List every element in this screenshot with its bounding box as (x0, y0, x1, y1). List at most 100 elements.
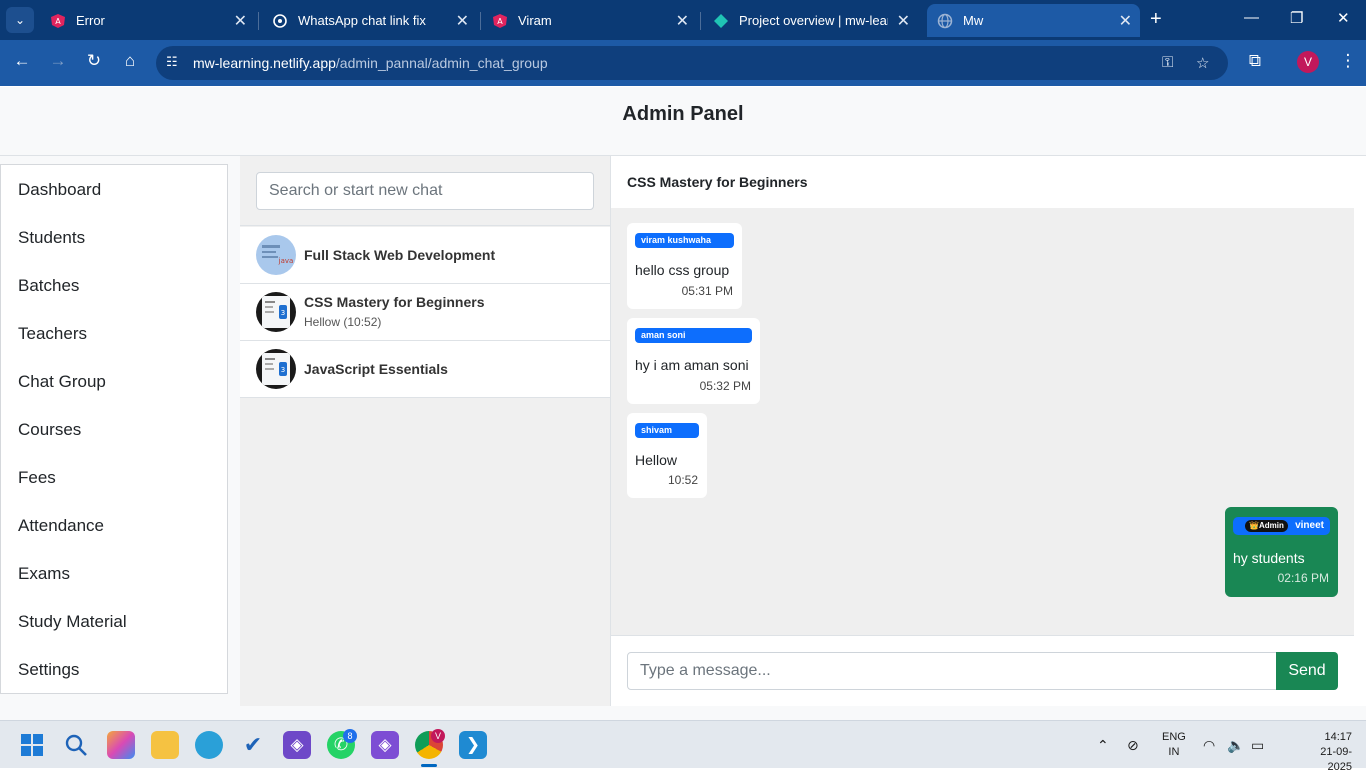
message-input[interactable] (627, 652, 1277, 690)
url-host: mw-learning.netlify.app (193, 55, 336, 71)
tab-search-menu-button[interactable]: ⌄ (6, 7, 34, 33)
sidebar-item-fees[interactable]: Fees (18, 468, 56, 488)
url-text[interactable]: mw-learning.netlify.app/admin_pannal/adm… (193, 55, 548, 71)
search-icon[interactable] (64, 733, 88, 757)
message-text: hy i am aman soni (635, 357, 749, 373)
region-code: IN (1168, 746, 1180, 758)
forward-arrow-icon[interactable]: → (46, 51, 70, 71)
restore-button[interactable]: ❐ (1290, 9, 1303, 27)
tab-title: Project overview | mw-learni (739, 13, 888, 28)
message-time: 10:52 (667, 473, 698, 487)
visual-studio-icon[interactable]: ◈ (283, 731, 311, 759)
message-time: 02:16 PM (1277, 571, 1329, 585)
sidebar-item-dashboard[interactable]: Dashboard (18, 180, 101, 200)
site-info-icon[interactable]: ☷ (166, 54, 182, 70)
admin-page: Admin Panel Dashboard Students Batches T… (0, 87, 1366, 720)
copilot-icon[interactable] (107, 731, 135, 759)
chat-group-item-selected[interactable]: 3 CSS Mastery for Beginners Hellow (10:5… (240, 284, 610, 341)
profile-avatar[interactable]: V (1297, 51, 1319, 73)
tab-mw[interactable]: Mw ✕ (927, 4, 1140, 37)
reload-icon[interactable]: ↻ (82, 51, 106, 71)
tab-viram[interactable]: A Viram ✕ (482, 4, 697, 37)
sidebar-item-settings[interactable]: Settings (18, 660, 79, 680)
edge-icon[interactable] (195, 731, 223, 759)
tab-title: WhatsApp chat link fix (298, 13, 426, 28)
more-menu-icon[interactable]: ⋮ (1336, 51, 1360, 71)
new-tab-button[interactable]: + (1150, 8, 1162, 31)
sidebar-item-batches[interactable]: Batches (18, 276, 79, 296)
visual-studio-2-icon[interactable]: ◈ (371, 731, 399, 759)
extensions-icon[interactable]: ⧉ (1243, 51, 1267, 71)
sender-name: viram kushwaha (635, 233, 734, 248)
message-time: 05:31 PM (681, 284, 733, 298)
volume-icon[interactable]: 🔈 (1227, 737, 1244, 754)
tab-error[interactable]: A Error ✕ (40, 4, 255, 37)
tab-project-overview[interactable]: Project overview | mw-learni ✕ (703, 4, 918, 37)
search-input[interactable] (256, 172, 594, 210)
wifi-icon[interactable]: ◠ (1203, 737, 1215, 754)
close-icon[interactable]: ✕ (676, 11, 689, 31)
sidebar-item-chat-group[interactable]: Chat Group (18, 372, 106, 392)
sidebar-item-attendance[interactable]: Attendance (18, 516, 104, 536)
windows-start-icon[interactable] (20, 733, 44, 757)
close-icon[interactable]: ✕ (1119, 11, 1132, 31)
send-button[interactable]: Send (1276, 652, 1338, 690)
sidebar-item-students[interactable]: Students (18, 228, 85, 248)
vscode-icon[interactable]: ❯ (459, 731, 487, 759)
tab-title: Viram (518, 13, 552, 28)
admin-sender-tag: 👑Admin vineet (1233, 517, 1330, 535)
chatgpt-icon (273, 14, 287, 28)
svg-text:java: java (278, 257, 294, 265)
svg-text:A: A (497, 17, 503, 26)
tab-whatsapp-chat-link-fix[interactable]: WhatsApp chat link fix ✕ (262, 4, 477, 37)
sidebar-item-study-material[interactable]: Study Material (18, 612, 127, 632)
message-text: Hellow (635, 452, 678, 468)
chat-group-item[interactable]: java Full Stack Web Development (240, 227, 610, 284)
close-window-button[interactable]: ✕ (1337, 9, 1350, 27)
back-arrow-icon[interactable]: ← (10, 51, 34, 71)
browser-tab-bar: ⌄ A Error ✕ WhatsApp chat link fix ✕ A V… (0, 0, 1366, 40)
sidebar-item-exams[interactable]: Exams (18, 564, 70, 584)
battery-icon[interactable]: ▭ (1251, 737, 1264, 754)
sender-name: shivam soni (635, 423, 699, 450)
last-message-preview: Hellow (10:52) (304, 315, 382, 329)
home-icon[interactable]: ⌂ (118, 51, 142, 71)
message-bubble: viram kushwaha hello css group 05:31 PM (627, 223, 742, 309)
password-key-icon[interactable]: ⚿ (1162, 54, 1173, 71)
bookmark-star-icon[interactable]: ☆ (1196, 54, 1209, 72)
group-name: JavaScript Essentials (304, 361, 448, 377)
language-code: ENG (1162, 731, 1186, 743)
chat-list-header (240, 156, 610, 226)
group-name: CSS Mastery for Beginners (304, 294, 485, 310)
admin-badge: 👑Admin (1245, 520, 1288, 532)
address-bar[interactable]: ☷ mw-learning.netlify.app/admin_pannal/a… (156, 46, 1228, 80)
message-list[interactable]: viram kushwaha hello css group 05:31 PM … (611, 208, 1354, 635)
svg-text:A: A (55, 17, 61, 26)
system-clock[interactable]: 14:17 21-09-2025 (1306, 730, 1352, 775)
whatsapp-badge: 8 (343, 729, 357, 743)
todo-icon[interactable]: ✔ (239, 731, 267, 759)
minimize-button[interactable]: — (1244, 9, 1259, 26)
chat-window: CSS Mastery for Beginners viram kushwaha… (610, 156, 1366, 706)
file-explorer-icon[interactable] (151, 731, 179, 759)
close-icon[interactable]: ✕ (456, 11, 469, 31)
group-avatar: 3 (256, 349, 296, 389)
page-title: Admin Panel (622, 103, 744, 125)
svg-text:3: 3 (281, 366, 285, 374)
sidebar-item-courses[interactable]: Courses (18, 420, 81, 440)
svg-text:3: 3 (281, 309, 285, 317)
network-off-icon[interactable]: ⊘ (1127, 737, 1139, 754)
chat-group-list: java Full Stack Web Development 3 CSS Ma… (240, 156, 610, 706)
message-bubble: aman soni hy i am aman soni 05:32 PM (627, 318, 760, 404)
browser-toolbar: ← → ↻ ⌂ ☷ mw-learning.netlify.app/admin_… (0, 40, 1366, 86)
chat-group-item[interactable]: 3 JavaScript Essentials (240, 341, 610, 398)
message-text: hello css group (635, 262, 730, 278)
sidebar: Dashboard Students Batches Teachers Chat… (0, 164, 228, 694)
message-bubble: shivam soni Hellow 10:52 (627, 413, 707, 498)
windows-taskbar: ✔ ◈ ✆ 8 ◈ V ❯ ⌃ ⊘ ENG IN ◠ 🔈 ▭ 14:17 21-… (0, 720, 1366, 773)
close-icon[interactable]: ✕ (897, 11, 910, 31)
language-indicator[interactable]: ENG IN (1162, 730, 1186, 760)
chevron-up-icon[interactable]: ⌃ (1097, 737, 1109, 754)
close-icon[interactable]: ✕ (234, 11, 247, 31)
sidebar-item-teachers[interactable]: Teachers (18, 324, 87, 344)
